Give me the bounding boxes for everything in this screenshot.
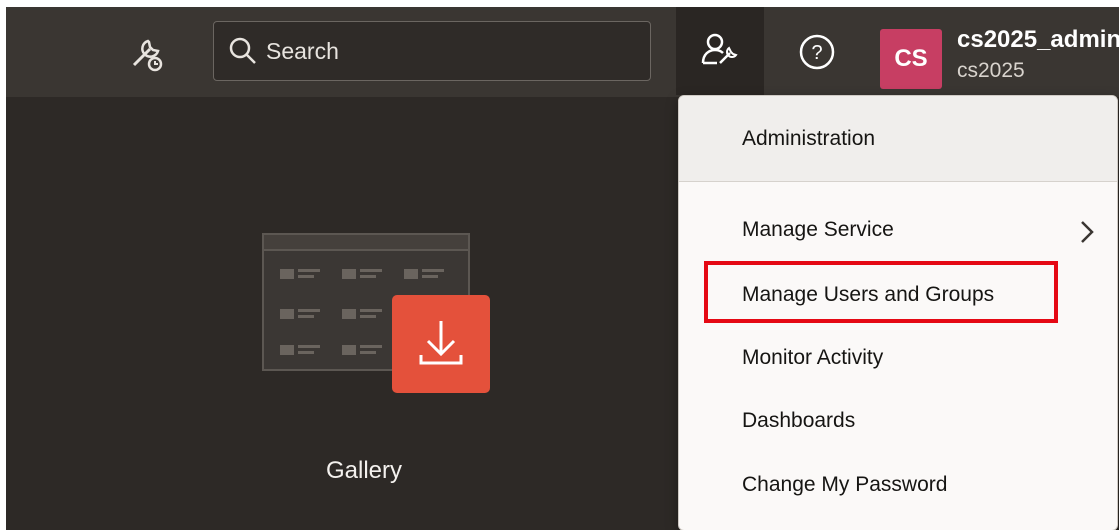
search-input[interactable] <box>264 36 628 66</box>
menu-header-administration[interactable]: Administration <box>679 96 1117 181</box>
gallery-tile[interactable] <box>262 233 490 393</box>
menu-item-manage-users-and-groups[interactable]: Manage Users and Groups <box>742 283 994 307</box>
avatar[interactable]: CS <box>880 29 942 89</box>
gallery-label[interactable]: Gallery <box>284 457 444 485</box>
tools-icon[interactable] <box>124 33 168 77</box>
admin-user-wrench-icon[interactable] <box>676 7 764 95</box>
menu-item-manage-service[interactable]: Manage Service <box>742 218 894 242</box>
menu-item-monitor-activity[interactable]: Monitor Activity <box>742 346 883 370</box>
top-bar: ? CS cs2025_admin cs2025 <box>6 7 1119 97</box>
menu-item-dashboards[interactable]: Dashboards <box>742 409 855 433</box>
app-frame: ? CS cs2025_admin cs2025 <box>6 7 1119 530</box>
user-tenant: cs2025 <box>957 59 1025 82</box>
menu-divider <box>679 181 1117 182</box>
search-icon <box>229 37 256 64</box>
svg-text:?: ? <box>811 42 822 64</box>
menu-item-change-my-password[interactable]: Change My Password <box>742 473 947 497</box>
admin-dropdown-menu: Administration Manage Service Manage Use… <box>678 95 1118 530</box>
chevron-right-icon <box>1081 221 1094 243</box>
search-input-container[interactable] <box>213 21 651 81</box>
help-icon[interactable]: ? <box>792 27 842 77</box>
user-name[interactable]: cs2025_admin <box>957 26 1119 54</box>
download-icon <box>392 295 490 393</box>
